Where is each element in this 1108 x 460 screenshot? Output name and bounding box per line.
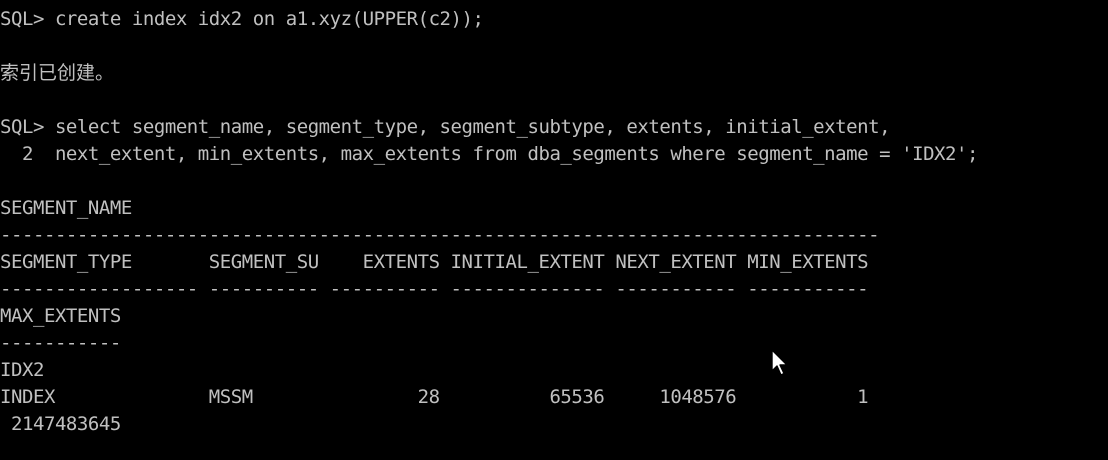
header-underline: ----------- xyxy=(0,332,121,354)
console-line-select-1: SQL> select segment_name, segment_type, … xyxy=(0,116,891,138)
result-max-extents: 2147483645 xyxy=(0,413,121,435)
header-underline: ----------------------------------------… xyxy=(0,224,880,246)
column-header-segment-name: SEGMENT_NAME xyxy=(0,197,132,219)
mouse-pointer-icon xyxy=(771,349,788,376)
console-line-select-2: 2 next_extent, min_extents, max_extents … xyxy=(0,143,979,165)
console-line-index-created: 索引已创建。 xyxy=(0,62,115,84)
console-line-create-index: SQL> create index idx2 on a1.xyz(UPPER(c… xyxy=(0,8,484,30)
header-underline: ------------------ ---------- ----------… xyxy=(0,278,869,300)
result-segment-name: IDX2 xyxy=(0,359,44,381)
console-window[interactable]: SQL> create index idx2 on a1.xyz(UPPER(c… xyxy=(0,0,1108,460)
column-headers-row-2: SEGMENT_TYPE SEGMENT_SU EXTENTS INITIAL_… xyxy=(0,251,869,273)
result-row-values: INDEX MSSM 28 65536 1048576 1 xyxy=(0,386,869,408)
column-header-max-extents: MAX_EXTENTS xyxy=(0,305,121,327)
